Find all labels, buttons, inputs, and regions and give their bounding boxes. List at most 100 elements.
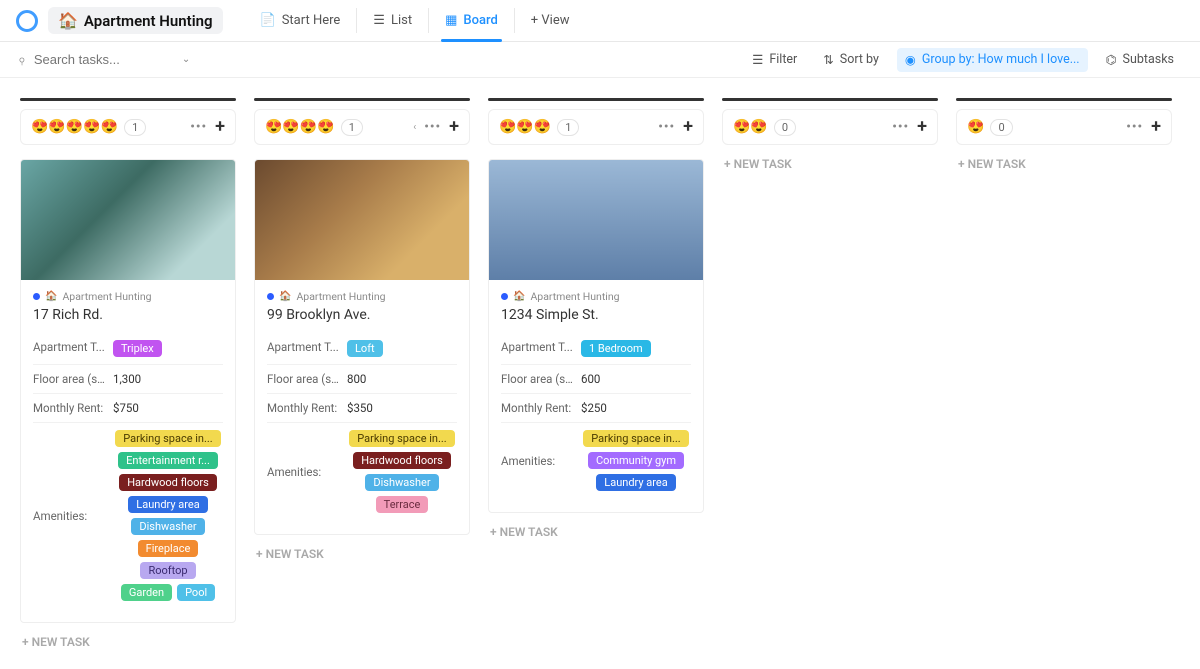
board-column: 😍😍😍1•••+🏠Apartment Hunting1234 Simple St… — [488, 98, 704, 649]
collapse-icon[interactable]: ‹ — [413, 122, 416, 133]
column-count: 0 — [990, 119, 1012, 136]
view-board[interactable]: ▦ Board — [431, 0, 512, 41]
field-value-rent: $350 — [347, 401, 373, 415]
card-image — [255, 160, 469, 280]
list-icon: ☰ — [373, 13, 385, 28]
column-header[interactable]: 😍😍 0 ••• + — [722, 109, 938, 145]
card-body: 🏠Apartment Hunting1234 Simple St.Apartme… — [489, 280, 703, 512]
amenity-tag: Terrace — [376, 496, 429, 513]
sort-icon: ⇅ — [823, 52, 833, 68]
hearts-icon: 😍😍 — [733, 119, 768, 135]
add-card-button[interactable]: + — [1151, 118, 1161, 136]
task-card[interactable]: 🏠Apartment Hunting99 Brooklyn Ave.Apartm… — [254, 159, 470, 535]
hearts-icon: 😍 — [967, 119, 984, 135]
amenity-tag: Dishwasher — [365, 474, 438, 491]
field-label-type: Apartment T... — [501, 340, 573, 354]
column-menu-icon[interactable]: ••• — [424, 120, 441, 135]
breadcrumb: 🏠Apartment Hunting — [267, 290, 457, 303]
amenity-tag: Pool — [177, 584, 215, 601]
search-icon: ⌕ — [13, 51, 30, 68]
new-task-button[interactable]: + NEW TASK — [722, 157, 938, 171]
app-logo-icon — [10, 10, 44, 32]
subtasks-icon: ⌬ — [1106, 52, 1117, 68]
column-count: 0 — [774, 119, 796, 136]
amenity-tag: Fireplace — [138, 540, 199, 557]
add-card-button[interactable]: + — [449, 118, 459, 136]
column-header[interactable]: 😍😍😍😍😍1•••+ — [20, 109, 236, 145]
search-wrap[interactable]: ⌕ ⌄ — [18, 52, 190, 68]
subtasks-label: Subtasks — [1123, 52, 1174, 67]
amenity-tag: Rooftop — [140, 562, 195, 579]
column-menu-icon[interactable]: ••• — [190, 120, 207, 135]
field-label-amenities: Amenities: — [267, 465, 339, 479]
column-menu-icon[interactable]: ••• — [892, 120, 909, 135]
amenity-tag: Hardwood floors — [353, 452, 451, 469]
subtasks-button[interactable]: ⌬ Subtasks — [1098, 48, 1182, 72]
house-icon: 🏠 — [279, 291, 291, 302]
view-list[interactable]: ☰ List — [359, 0, 426, 41]
page-title: Apartment Hunting — [84, 12, 213, 30]
type-pill: 1 Bedroom — [581, 340, 651, 357]
new-task-button[interactable]: + NEW TASK — [254, 547, 470, 561]
page-title-badge[interactable]: 🏠 Apartment Hunting — [48, 7, 223, 34]
add-card-button[interactable]: + — [683, 118, 693, 136]
add-view[interactable]: + View — [517, 0, 584, 41]
field-label-type: Apartment T... — [267, 340, 339, 354]
field-label-rent: Monthly Rent: — [33, 401, 105, 415]
field-label-amenities: Amenities: — [33, 509, 105, 523]
filter-button[interactable]: ☰ Filter — [744, 48, 805, 72]
board-column: 😍 0 ••• + + NEW TASK — [956, 98, 1172, 649]
view-start-here[interactable]: 📄 Start Here — [246, 0, 355, 41]
column-menu-icon[interactable]: ••• — [658, 120, 675, 135]
task-card[interactable]: 🏠Apartment Hunting17 Rich Rd.Apartment T… — [20, 159, 236, 623]
column-menu-icon[interactable]: ••• — [1126, 120, 1143, 135]
new-task-button[interactable]: + NEW TASK — [488, 525, 704, 539]
field-label-area: Floor area (s... — [501, 372, 573, 386]
amenity-tag: Laundry area — [128, 496, 207, 513]
status-dot-icon — [267, 293, 274, 300]
breadcrumb-label: Apartment Hunting — [62, 290, 151, 303]
sortby-button[interactable]: ⇅ Sort by — [815, 48, 887, 72]
amenities-tags: Parking space in...Entertainment r...Har… — [113, 430, 223, 601]
breadcrumb-label: Apartment Hunting — [530, 290, 619, 303]
add-card-button[interactable]: + — [215, 118, 225, 136]
card-image — [489, 160, 703, 280]
add-card-button[interactable]: + — [917, 118, 927, 136]
amenity-tag: Community gym — [588, 452, 684, 469]
status-dot-icon — [501, 293, 508, 300]
search-input[interactable] — [34, 52, 174, 67]
field-value-rent: $750 — [113, 401, 139, 415]
status-dot-icon — [33, 293, 40, 300]
amenity-tag: Hardwood floors — [119, 474, 217, 491]
card-body: 🏠Apartment Hunting99 Brooklyn Ave.Apartm… — [255, 280, 469, 534]
group-icon: ◉ — [905, 52, 916, 68]
groupby-label: Group by: How much I love... — [922, 52, 1080, 67]
groupby-button[interactable]: ◉ Group by: How much I love... — [897, 48, 1088, 72]
new-task-button[interactable]: + NEW TASK — [956, 157, 1172, 171]
hearts-icon: 😍😍😍😍 — [265, 119, 335, 135]
column-header[interactable]: 😍😍😍😍 1 ‹ ••• + — [254, 109, 470, 145]
amenities-tags: Parking space in... Community gym Laundry … — [581, 430, 691, 491]
field-label-rent: Monthly Rent: — [501, 401, 573, 415]
amenity-tag: Parking space in... — [583, 430, 688, 447]
field-label-area: Floor area (s... — [267, 372, 339, 386]
card-title: 1234 Simple St. — [501, 307, 691, 323]
amenity-tag: Entertainment r... — [118, 452, 218, 469]
chevron-down-icon[interactable]: ⌄ — [182, 54, 190, 65]
field-label-area: Floor area (s... — [33, 372, 105, 386]
amenities-tags: Parking space in...Hardwood floorsDishwa… — [347, 430, 457, 513]
sortby-label: Sort by — [840, 52, 879, 67]
column-header[interactable]: 😍😍😍1•••+ — [488, 109, 704, 145]
amenity-tag: Dishwasher — [131, 518, 204, 535]
column-count: 1 — [341, 119, 363, 136]
type-pill: Loft — [347, 340, 383, 357]
field-label-amenities: Amenities: — [501, 454, 573, 468]
new-task-button[interactable]: + NEW TASK — [20, 635, 236, 649]
task-card[interactable]: 🏠Apartment Hunting1234 Simple St.Apartme… — [488, 159, 704, 513]
card-body: 🏠Apartment Hunting17 Rich Rd.Apartment T… — [21, 280, 235, 622]
column-header[interactable]: 😍 0 ••• + — [956, 109, 1172, 145]
board-column: 😍😍😍😍 1 ‹ ••• + 🏠Apartment Hunting99 Brooklyn … — [254, 98, 470, 649]
amenity-tag: Laundry area — [596, 474, 675, 491]
view-label: Start Here — [282, 13, 341, 28]
field-label-type: Apartment T... — [33, 340, 105, 354]
